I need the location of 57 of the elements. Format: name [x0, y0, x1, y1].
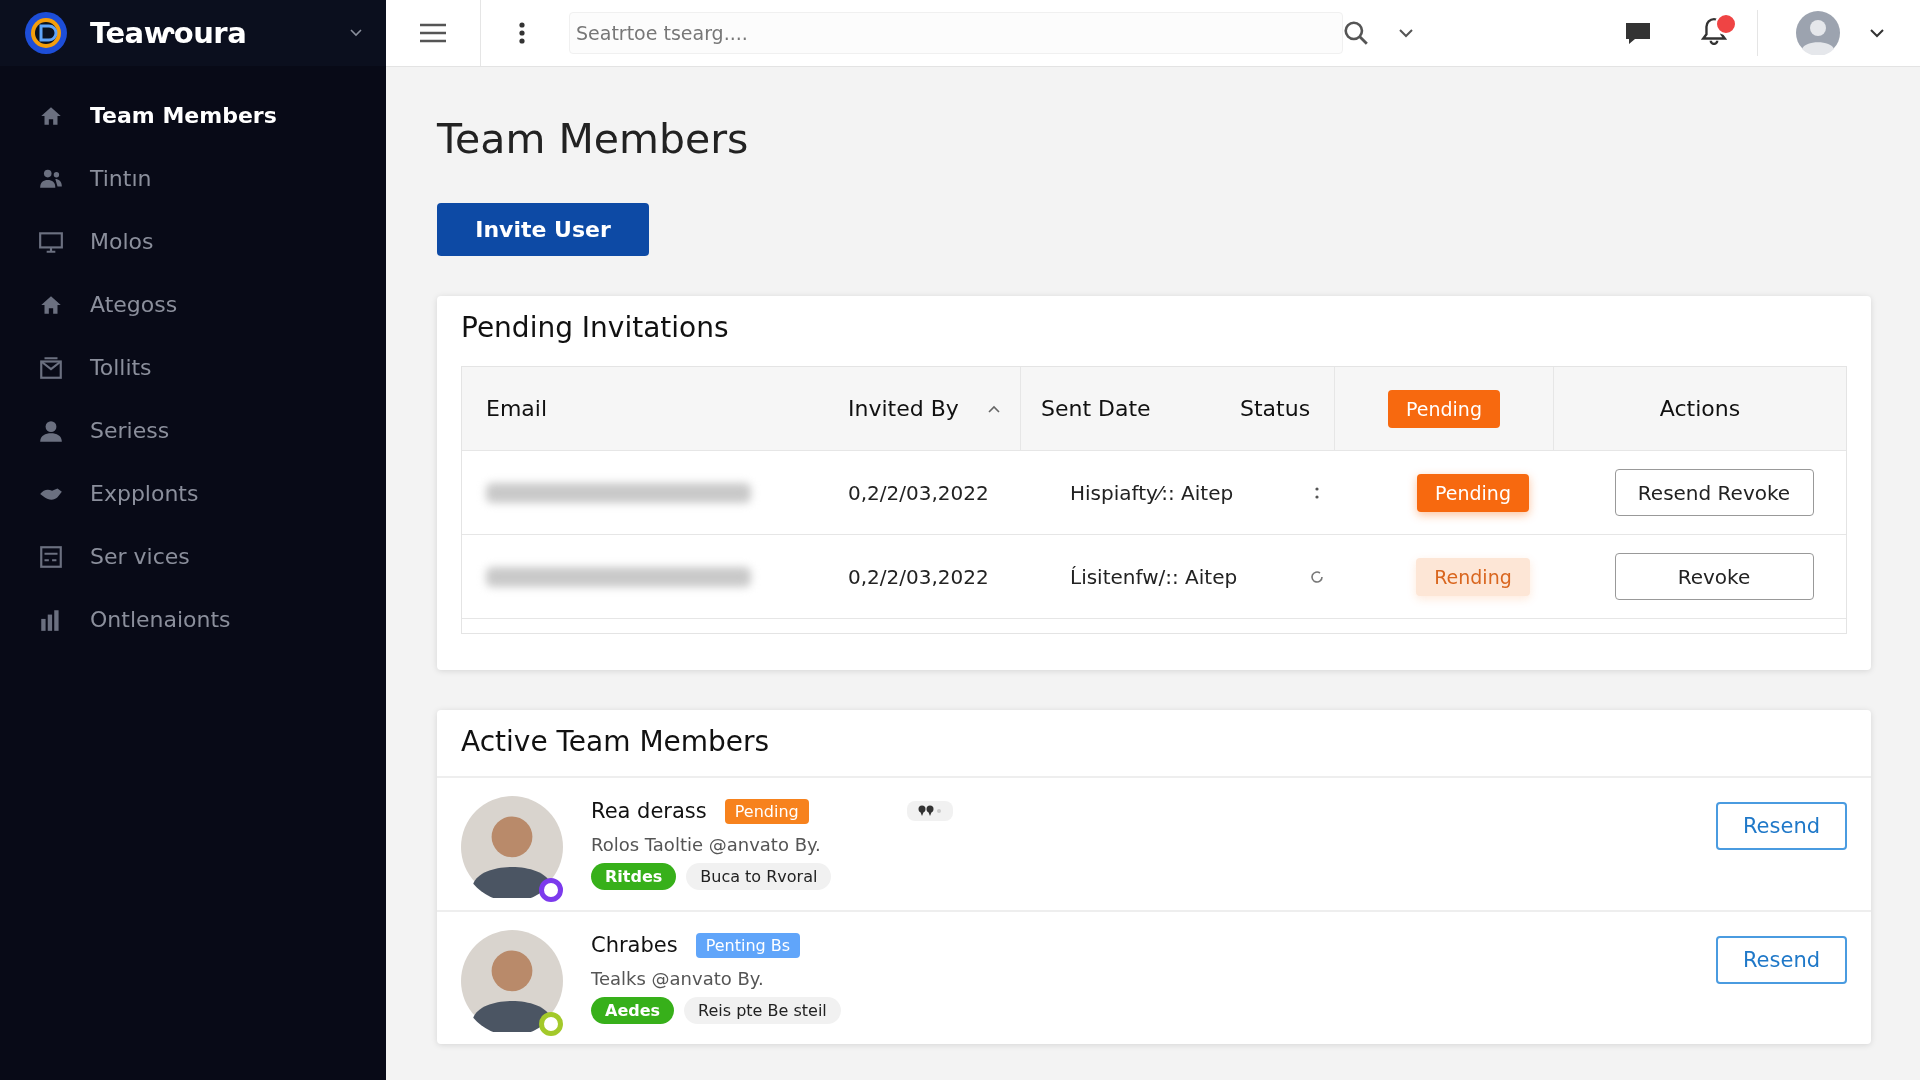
bell-icon[interactable] — [1701, 17, 1727, 45]
section-title: Pending Invitations — [461, 310, 730, 346]
column-header: Actions — [1553, 367, 1846, 450]
status-badge: Pending — [724, 798, 809, 824]
more-vertical-icon[interactable] — [519, 22, 525, 44]
menu-icon[interactable] — [420, 23, 446, 43]
tag: Buca to Rvoral — [686, 863, 832, 890]
page-title: Team Members — [437, 115, 749, 163]
chevron-down-icon[interactable] — [1399, 28, 1413, 38]
sidebar-item[interactable]: Ontlenaionts — [0, 588, 386, 651]
sidebar-item[interactable]: Seriess — [0, 399, 386, 462]
tag: Reis pte Be steil — [684, 997, 841, 1024]
table-cell-text: Hispiafty⁄:: Aitep — [1069, 479, 1235, 507]
column-header[interactable]: Status — [1240, 396, 1334, 421]
table-cell-text: 0,2/2/03,2022 — [848, 480, 990, 505]
pins-icon — [916, 805, 943, 817]
section-title: Active Team Members — [460, 724, 771, 760]
member-subtitle: Rolos Taoltie @anvato By. — [591, 834, 822, 855]
chevron-down-icon[interactable] — [1870, 28, 1884, 38]
chat-icon[interactable] — [1623, 20, 1653, 46]
status-badge: Penting Bs — [695, 932, 801, 958]
sidebar-item[interactable]: Tintın — [0, 147, 386, 210]
table-cell-text: 0,2/2/03,2022 — [848, 564, 990, 589]
status-badge: Pending — [1417, 473, 1529, 512]
more-vertical-icon[interactable] — [1315, 486, 1319, 499]
tag: Aedes — [591, 997, 675, 1024]
search-icon[interactable] — [1343, 20, 1369, 46]
sidebar-item[interactable]: Ategoss — [0, 273, 386, 336]
brand-name: Teaⱳoura — [90, 16, 247, 50]
member-subtitle: Tealks @anvato By. — [591, 968, 765, 989]
column-header[interactable]: Invited By — [848, 396, 988, 421]
member-name: Chrabes — [591, 933, 678, 957]
status-badge: Rending — [1416, 557, 1530, 596]
sidebar-item[interactable]: Molos — [0, 210, 386, 273]
invite-user-button[interactable]: Invite User — [437, 203, 649, 256]
refresh-icon[interactable] — [1309, 568, 1325, 585]
sidebar-item[interactable]: Team Members — [0, 84, 386, 147]
chevron-down-icon[interactable] — [350, 29, 362, 37]
table-cell-text: Ĺisitenfw/:: Aitep — [1069, 563, 1239, 591]
action-button[interactable]: Revoke — [1614, 553, 1814, 600]
notification-dot — [1715, 13, 1737, 35]
sidebar-item[interactable]: Tollits — [0, 336, 386, 399]
action-button[interactable]: Resend Revoke — [1614, 469, 1814, 516]
member-name: Rea derass — [591, 799, 707, 823]
sort-up-icon[interactable] — [988, 404, 1000, 413]
resend-button[interactable]: Resend — [1716, 802, 1847, 850]
resend-button[interactable]: Resend — [1716, 936, 1847, 984]
sidebar-item[interactable]: Ser vices — [0, 525, 386, 588]
search-field[interactable]: Seatrtoe tsearg.... — [569, 12, 1343, 54]
column-header[interactable]: Email — [462, 396, 848, 421]
status-badge: Pending — [1388, 389, 1500, 428]
tag: Ritdes — [591, 863, 677, 890]
form-icon — [38, 543, 64, 570]
sidebar-item[interactable]: Expplonts — [0, 462, 386, 525]
logo-icon — [24, 11, 68, 55]
box-icon — [38, 354, 64, 381]
column-header[interactable]: Sent Date — [1020, 367, 1240, 450]
